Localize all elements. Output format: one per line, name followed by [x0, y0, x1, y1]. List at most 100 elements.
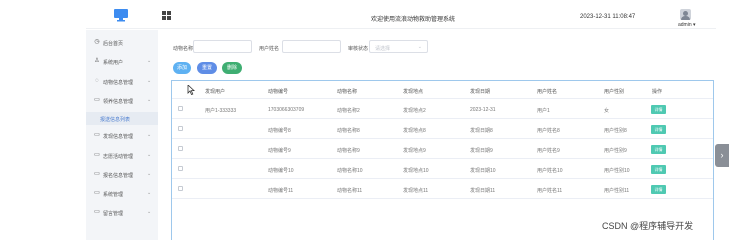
table-cell: 女 [604, 108, 610, 114]
chevron-down-icon: ⌄ [147, 58, 152, 64]
column-header: 用户姓名 [537, 89, 558, 95]
data-table: 发现用户 动物编号 动物名称 发现地点 发现日期 用户姓名 用户性别 操作 用户… [171, 80, 714, 240]
table-row[interactable]: 动物编号8 动物名称8 发现地点8 发现日期8 用户姓名8 用户性别8 详情 [172, 120, 713, 139]
chevron-down-icon: ⌄ [417, 44, 422, 50]
table-cell: 用户姓名9 [537, 148, 560, 154]
delete-button[interactable]: 删除 [222, 62, 242, 74]
column-header: 发现用户 [205, 89, 226, 95]
table-cell: 动物编号9 [268, 148, 291, 154]
detail-button[interactable]: 详情 [651, 125, 666, 134]
sidebar-item-system[interactable]: ▭ 系统管理 ⌄ [86, 187, 158, 200]
clock-icon: ◷ [94, 39, 100, 45]
table-cell: 发现日期9 [470, 148, 493, 154]
app-window: 欢迎使用流浪动物救助管理系统 2023-12-31 11:08:47 admin… [86, 0, 716, 240]
table-cell: 发现地点2 [403, 108, 426, 114]
chevron-down-icon: ⌄ [147, 132, 152, 138]
column-header: 操作 [652, 89, 663, 95]
column-header: 动物编号 [268, 89, 289, 95]
column-header: 发现日期 [470, 89, 491, 95]
user-icon: ♙ [94, 58, 100, 64]
table-cell: 用户性别9 [604, 148, 627, 154]
sidebar-item-label: 系统用户 [103, 60, 124, 66]
sidebar-item-label: 领养信息管理 [103, 99, 134, 105]
sidebar: ◷ 后台首页 ♙ 系统用户 ⌄ ◌ 动物信息管理 ⌄ ▭ 领养信息管理 ⌄ 报送… [86, 30, 158, 240]
detail-button[interactable]: 详情 [651, 145, 666, 154]
mouse-cursor-icon [187, 85, 195, 95]
table-cell: 用户姓名10 [537, 168, 563, 174]
table-cell: 用户性别10 [604, 168, 630, 174]
doc-icon: ▭ [94, 132, 100, 138]
clock-text: 2023-12-31 11:08:47 [580, 14, 636, 20]
sidebar-item-adoption[interactable]: ▭ 领养信息管理 ⌄ [86, 94, 158, 107]
reset-button[interactable]: 重置 [197, 62, 217, 74]
sidebar-item-messages[interactable]: ▭ 留言管理 ⌄ [86, 206, 158, 219]
row-checkbox[interactable] [178, 106, 183, 111]
doc-icon: ▭ [94, 97, 100, 103]
table-cell: 发现地点11 [403, 188, 429, 194]
table-cell: 用户姓名8 [537, 128, 560, 134]
paw-icon: ◌ [95, 78, 99, 84]
sidebar-item-animals[interactable]: ◌ 动物信息管理 ⌄ [86, 75, 158, 88]
table-cell: 动物名称10 [337, 168, 363, 174]
sidebar-item-label: 志愿活动管理 [103, 154, 134, 160]
chevron-down-icon: ⌄ [147, 190, 152, 196]
page-title: 欢迎使用流浪动物救助管理系统 [371, 17, 456, 23]
sidebar-item-discovery[interactable]: ▭ 发现信息管理 ⌄ [86, 129, 158, 142]
avatar[interactable] [680, 9, 691, 20]
sidebar-item-home[interactable]: ◷ 后台首页 [86, 36, 158, 49]
username-input[interactable] [282, 40, 341, 53]
add-button[interactable]: 添加 [173, 62, 191, 74]
row-checkbox[interactable] [178, 126, 183, 131]
folder-icon: ▭ [94, 190, 100, 196]
folder-icon: ▭ [94, 209, 100, 215]
sidebar-item-label: 系统管理 [103, 192, 124, 198]
column-header: 用户性别 [604, 89, 625, 95]
column-header: 发现地点 [403, 89, 424, 95]
table-cell: 发现地点10 [403, 168, 429, 174]
table-header: 发现用户 动物编号 动物名称 发现地点 发现日期 用户姓名 用户性别 操作 [172, 81, 713, 99]
table-cell: 用户1-333333 [205, 108, 237, 114]
table-cell: 发现地点9 [403, 148, 426, 154]
sidebar-item-volunteer[interactable]: ▭ 志愿活动管理 ⌄ [86, 149, 158, 162]
sidebar-item-signup[interactable]: ▭ 报名信息管理 ⌄ [86, 168, 158, 181]
sidebar-item-system-users[interactable]: ♙ 系统用户 ⌄ [86, 55, 158, 68]
animal-name-label: 动物名称 [173, 46, 194, 52]
animal-name-input[interactable] [193, 40, 252, 53]
table-cell: 用户姓名11 [537, 188, 563, 194]
sidebar-item-label: 报名信息管理 [103, 173, 134, 179]
table-cell: 发现日期8 [470, 128, 493, 134]
detail-button[interactable]: 详情 [651, 165, 666, 174]
table-cell: 发现日期11 [470, 188, 496, 194]
chevron-down-icon: ⌄ [147, 171, 152, 177]
sidebar-item-label: 后台首页 [103, 41, 124, 47]
sidebar-item-report-list[interactable]: 报送信息列表 [86, 112, 158, 125]
chevron-down-icon: ⌄ [147, 152, 152, 158]
table-row[interactable]: 用户1-333333 1703066303709 动物名称2 发现地点2 202… [172, 100, 713, 119]
chevron-down-icon: ⌄ [147, 209, 152, 215]
table-cell: 动物名称8 [337, 128, 360, 134]
row-checkbox[interactable] [178, 166, 183, 171]
table-cell: 2023-12-31 [470, 107, 496, 113]
side-expand-tab[interactable]: › [715, 144, 729, 167]
table-cell: 用户性别11 [604, 188, 630, 194]
review-status-label: 审核状态 [348, 46, 369, 52]
top-header: 欢迎使用流浪动物救助管理系统 2023-12-31 11:08:47 admin… [86, 4, 716, 29]
table-row[interactable]: 动物编号9 动物名称9 发现地点9 发现日期9 用户姓名9 用户性别9 详情 [172, 140, 713, 159]
table-row[interactable]: 动物编号11 动物名称11 发现地点11 发现日期11 用户姓名11 用户性别1… [172, 180, 713, 199]
table-cell: 动物名称9 [337, 148, 360, 154]
table-cell: 动物编号10 [268, 168, 294, 174]
detail-button[interactable]: 详情 [651, 185, 666, 194]
table-cell: 动物编号11 [268, 188, 294, 194]
monitor-icon[interactable] [113, 8, 129, 22]
grid-icon[interactable] [162, 11, 171, 20]
row-checkbox[interactable] [178, 186, 183, 191]
table-row[interactable]: 动物编号10 动物名称10 发现地点10 发现日期10 用户姓名10 用户性别1… [172, 160, 713, 179]
user-menu[interactable]: admin ▾ [678, 22, 696, 28]
sidebar-item-label: 动物信息管理 [103, 80, 134, 86]
chevron-down-icon: ⌄ [147, 78, 152, 84]
sidebar-item-label: 留言管理 [103, 211, 124, 217]
review-status-select[interactable]: 请选择 ⌄ [369, 40, 428, 53]
sidebar-item-label: 报送信息列表 [100, 117, 131, 123]
row-checkbox[interactable] [178, 146, 183, 151]
detail-button[interactable]: 详情 [651, 105, 666, 114]
